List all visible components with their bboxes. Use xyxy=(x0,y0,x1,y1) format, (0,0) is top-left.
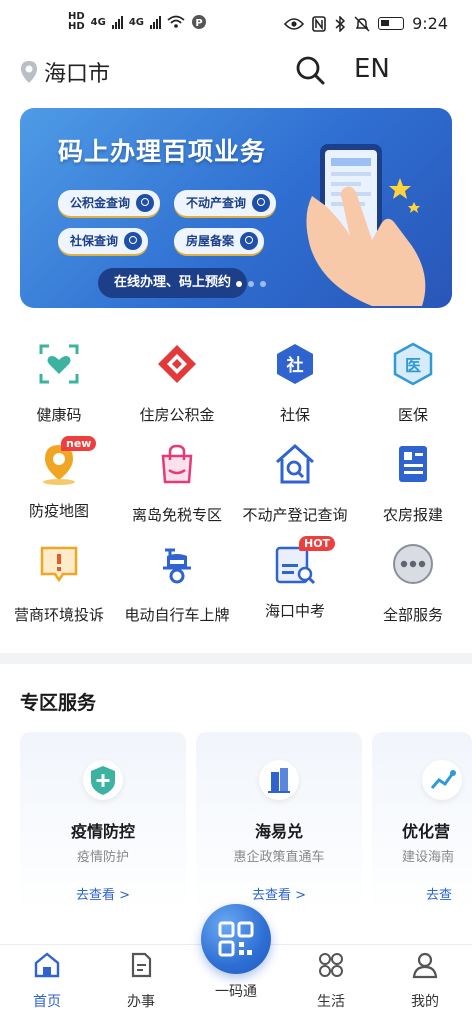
status-right: 9:24 xyxy=(284,14,448,33)
status-bar: HD HD 4G 4G P 9:24 xyxy=(0,0,472,48)
banner-chip[interactable]: 社保查询 xyxy=(58,228,149,254)
card-title: 疫情防控 xyxy=(70,822,135,841)
document-icon xyxy=(131,952,152,978)
banner-title: 码上办理百项业务 xyxy=(58,137,267,166)
tab-home[interactable]: 首页 xyxy=(0,951,94,1010)
service-social-security[interactable]: 社 社保 xyxy=(236,342,354,425)
zone-card-optimize[interactable]: 优化营 建设海南 去查 xyxy=(372,732,472,912)
card-subtitle: 建设海南 xyxy=(402,850,455,865)
status-left: HD HD 4G 4G P xyxy=(68,12,207,32)
zone-card-haiyidui[interactable]: 海易兑 惠企政策直通车 去查看 > xyxy=(196,732,362,912)
service-health-code[interactable]: 健康码 xyxy=(0,342,118,425)
service-rural-house[interactable]: 农房报建 xyxy=(354,442,472,525)
hot-badge: HOT xyxy=(299,536,336,551)
social-security-icon: 社 xyxy=(277,344,313,384)
tab-life[interactable]: 生活 xyxy=(284,951,378,1010)
building-icon xyxy=(259,760,299,800)
banner-page-indicator xyxy=(236,281,266,287)
card-title: 海易兑 xyxy=(254,822,303,841)
search-icon xyxy=(136,194,155,212)
service-epidemic-map[interactable]: new 防疫地图 xyxy=(0,436,118,521)
section-title: 专区服务 xyxy=(20,692,97,714)
svg-text:医: 医 xyxy=(405,356,421,375)
sim-indicator: HD HD xyxy=(68,11,85,32)
banner-chip[interactable]: 公积金查询 xyxy=(58,190,161,216)
city-name: 海口市 xyxy=(44,62,111,87)
tab-one-code[interactable]: 一码通 xyxy=(189,973,283,1001)
signal-icon xyxy=(150,15,162,29)
apps-icon xyxy=(319,953,343,977)
service-complaint[interactable]: 营商环境投诉 xyxy=(0,542,118,625)
network-label: 4G xyxy=(128,16,145,28)
banner-chip[interactable]: 不动产查询 xyxy=(174,190,277,216)
signal-icon xyxy=(111,15,123,29)
housing-fund-icon xyxy=(158,345,196,383)
clock: 9:24 xyxy=(412,14,448,33)
chart-icon xyxy=(422,760,462,800)
city-selector[interactable]: 海口市 xyxy=(20,56,110,88)
svg-text:P: P xyxy=(195,18,202,29)
nfc-icon xyxy=(312,15,326,32)
search-icon xyxy=(124,232,143,250)
svg-text:社: 社 xyxy=(286,355,304,376)
rural-house-icon xyxy=(399,446,427,482)
phone-hand-illustration xyxy=(306,144,426,306)
card-subtitle: 疫情防护 xyxy=(76,850,129,865)
service-housing-fund[interactable]: 住房公积金 xyxy=(118,342,236,425)
promo-banner[interactable]: 码上办理百项业务 公积金查询 不动产查询 社保查询 房屋备案 在线办理、码上预约 xyxy=(20,108,452,308)
health-code-icon xyxy=(39,344,79,384)
epidemic-map-icon-wrap: new xyxy=(37,436,97,486)
parking-icon: P xyxy=(192,15,207,29)
search-icon xyxy=(240,232,259,250)
shopping-bag-icon xyxy=(161,444,193,484)
service-medical-insurance[interactable]: 医 医保 xyxy=(354,342,472,425)
property-search-icon xyxy=(276,443,314,484)
card-link[interactable]: 去查看 > xyxy=(196,884,362,903)
card-subtitle: 惠企政策直通车 xyxy=(233,850,325,865)
tab-services[interactable]: 办事 xyxy=(94,951,188,1010)
tab-mine[interactable]: 我的 xyxy=(378,951,472,1010)
medical-insurance-icon: 医 xyxy=(393,342,433,386)
zone-card-epidemic[interactable]: 疫情防控 疫情防护 去查看 > xyxy=(20,732,186,912)
service-all[interactable]: 全部服务 xyxy=(354,542,472,625)
card-link[interactable]: 去查看 > xyxy=(20,884,186,903)
search-icon[interactable] xyxy=(294,54,326,86)
mute-icon xyxy=(354,15,370,32)
qr-code-icon xyxy=(218,921,254,957)
battery-icon xyxy=(378,17,405,30)
service-exam[interactable]: HOT 海口中考 xyxy=(236,536,354,621)
zone-services-section: 专区服务 疫情防控 疫情防护 去查看 > 海易兑 惠企政策直通车 去查看 > 优… xyxy=(0,664,472,944)
language-toggle[interactable]: EN xyxy=(354,54,390,84)
card-title: 优化营 xyxy=(402,822,451,841)
new-badge: new xyxy=(61,436,97,451)
banner-slogan: 在线办理、码上预约 xyxy=(98,268,248,298)
service-duty-free[interactable]: 离岛免税专区 xyxy=(118,442,236,525)
top-header: 海口市 EN xyxy=(0,48,472,98)
complaint-icon xyxy=(40,546,78,583)
exam-icon-wrap: HOT xyxy=(273,536,336,586)
location-pin-icon xyxy=(21,61,37,83)
banner-chip[interactable]: 房屋备案 xyxy=(174,228,265,254)
one-code-button[interactable] xyxy=(201,904,271,974)
shield-plus-icon xyxy=(83,760,123,800)
service-property-search[interactable]: 不动产登记查询 xyxy=(236,442,354,525)
home-icon xyxy=(34,952,60,978)
wifi-icon xyxy=(167,15,185,28)
bluetooth-icon xyxy=(335,15,346,32)
service-scooter-plate[interactable]: 电动自行车上牌 xyxy=(118,542,236,625)
eye-icon xyxy=(284,17,305,30)
network-label: 4G xyxy=(90,16,106,28)
card-link[interactable]: 去查 xyxy=(372,884,472,903)
more-icon xyxy=(393,544,433,584)
person-icon xyxy=(412,952,438,979)
scooter-icon xyxy=(163,548,191,584)
search-icon xyxy=(252,194,271,212)
